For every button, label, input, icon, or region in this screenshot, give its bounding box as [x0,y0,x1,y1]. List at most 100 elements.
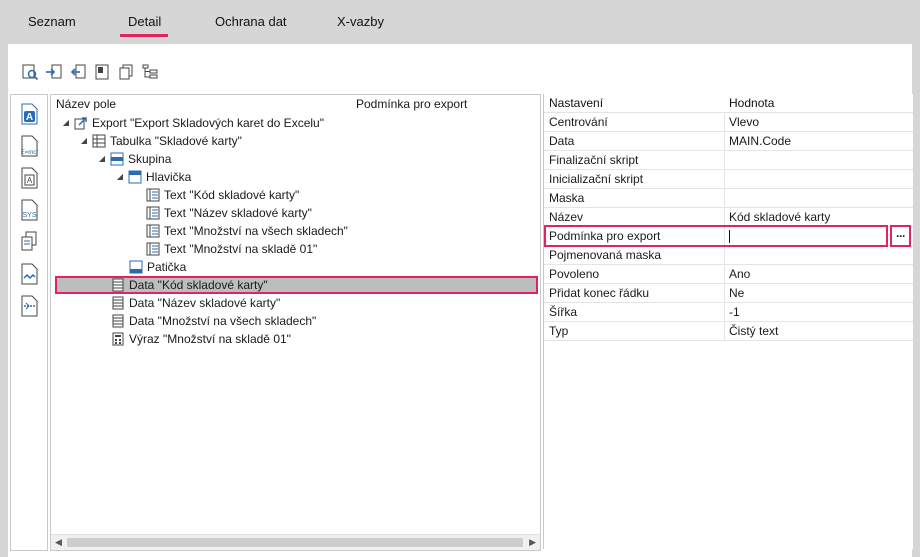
tab-seznam[interactable]: Seznam [28,14,76,29]
property-name: Maska [549,191,585,205]
column-value[interactable]: Hodnota [729,96,774,110]
page-icon[interactable] [92,62,112,82]
tree-node-table[interactable]: ◢ Tabulka "Skladové karty" [79,132,242,150]
preview-icon[interactable] [20,62,40,82]
property-value[interactable]: Vlevo [729,115,759,129]
tree-node-text[interactable]: Text "Název skladové karty" [146,204,312,222]
tree-node-label: Patička [147,260,187,274]
scrollbar-thumb[interactable] [67,538,523,547]
editing-row-highlight [544,225,888,247]
tree-node-text[interactable]: Text "Množství na skladě 01" [146,240,317,258]
property-value[interactable]: Ne [729,286,744,300]
property-name: Název [549,210,584,224]
expression-icon[interactable]: E=mc² [16,133,42,159]
property-row[interactable]: Typ Čistý text [544,322,913,341]
data-icon [111,296,125,310]
expand-icon[interactable]: ◢ [79,132,89,150]
property-row[interactable]: Šířka -1 [544,303,913,322]
property-row[interactable]: Přidat konec řádku Ne [544,284,913,303]
tab-bar: Seznam Detail Ochrana dat X-vazby [0,0,920,44]
expand-icon[interactable]: ◢ [115,168,125,186]
scroll-left-icon[interactable]: ◀ [55,537,62,548]
tree-structure-icon[interactable] [140,62,160,82]
tree-column-condition[interactable]: Podmínka pro export [356,97,467,111]
tree-node-label: Text "Název skladové karty" [164,206,312,220]
property-row[interactable]: Data MAIN.Code [544,132,913,151]
property-row[interactable]: Povoleno Ano [544,265,913,284]
text-icon [146,242,160,256]
tree-node-label: Data "Kód skladové karty" [129,278,268,292]
property-name: Pojmenovaná maska [549,248,662,262]
tree-node-footer[interactable]: Patička [129,258,186,276]
tree-node-text[interactable]: Text "Kód skladové karty" [146,186,299,204]
property-row[interactable]: Inicializační skript [544,170,913,189]
property-value[interactable]: MAIN.Code [729,134,791,148]
scroll-right-icon[interactable]: ▶ [529,537,536,548]
tree-node-data-selected[interactable]: Data "Kód skladové karty" [111,276,268,294]
property-value[interactable]: -1 [729,305,740,319]
property-value[interactable]: Ano [729,267,750,281]
page-break-icon[interactable] [16,293,42,319]
property-name: Přidat konec řádku [549,286,650,300]
text-icon [146,206,160,220]
tree-node-text[interactable]: Text "Množství na všech skladech" [146,222,348,240]
column-setting[interactable]: Nastavení [549,96,603,110]
tree-node-label: Data "Název skladové karty" [129,296,281,310]
text-field-icon[interactable]: A [16,165,42,191]
svg-text:E=mc²: E=mc² [21,150,39,156]
tree-node-group[interactable]: ◢ Skupina [97,150,171,168]
tree-node-label: Text "Množství na skladě 01" [164,242,318,256]
tree-node-label: Text "Množství na všech skladech" [164,224,348,238]
tab-ochrana-dat[interactable]: Ochrana dat [215,14,287,29]
tree-node-data[interactable]: Data "Název skladové karty" [111,294,280,312]
property-row[interactable]: Finalizační skript [544,151,913,170]
tree-node-expression[interactable]: Výraz "Množství na skladě 01" [111,330,291,348]
property-value[interactable]: Kód skladové karty [729,210,830,224]
text-icon [146,188,160,202]
property-name: Typ [549,324,569,338]
copy-icon[interactable] [116,62,136,82]
text-caret [729,230,730,243]
data-icon [111,314,125,328]
property-value[interactable]: Čistý text [729,324,778,338]
text-icon [146,224,160,238]
tab-detail[interactable]: Detail [128,14,161,29]
field-a-icon[interactable]: A [16,101,42,127]
ellipsis-button[interactable]: ··· [890,225,911,247]
link-icon[interactable] [16,261,42,287]
horizontal-scrollbar[interactable]: ◀ ▶ [51,534,540,550]
expand-icon[interactable]: ◢ [61,114,71,132]
property-row[interactable]: Pojmenovaná maska [544,246,913,265]
import-icon[interactable] [44,62,64,82]
footer-icon [129,260,143,274]
system-variable-icon[interactable]: SYS [16,197,42,223]
properties-header: Nastavení Hodnota [544,94,913,113]
property-row[interactable]: Maska [544,189,913,208]
property-name: Šířka [549,305,578,319]
property-name: Data [549,134,575,148]
export-icon [74,116,88,130]
tab-x-vazby[interactable]: X-vazby [337,14,384,29]
tree-node-export[interactable]: ◢ Export "Export Skladových karet do Exc… [61,114,324,132]
tree-header: Název pole Podmínka pro export [51,95,540,113]
tree-node-label: Text "Kód skladové karty" [164,188,300,202]
property-name: Inicializační skript [549,172,644,186]
tree-node-label: Export "Export Skladových karet do Excel… [92,116,324,130]
property-row[interactable]: Centrování Vlevo [544,113,913,132]
expand-icon[interactable]: ◢ [97,150,107,168]
tree-column-name[interactable]: Název pole [56,97,116,111]
property-name: Centrování [549,115,608,129]
tree-node-header[interactable]: ◢ Hlavička [115,168,191,186]
field-tree: Název pole Podmínka pro export ◢ Export … [50,94,541,551]
property-name: Finalizační skript [549,153,639,167]
tree-node-data[interactable]: Data "Množství na všech skladech" [111,312,316,330]
copy-field-icon[interactable] [16,229,42,255]
properties-grid: Nastavení Hodnota Centrování Vlevo Data MA… [543,94,913,549]
export-icon[interactable] [68,62,88,82]
svg-text:A: A [26,112,33,123]
active-tab-indicator [120,34,168,37]
table-icon [92,134,106,148]
svg-text:SYS: SYS [22,212,36,219]
svg-text:A: A [27,176,33,185]
tree-node-label: Tabulka "Skladové karty" [110,134,242,148]
